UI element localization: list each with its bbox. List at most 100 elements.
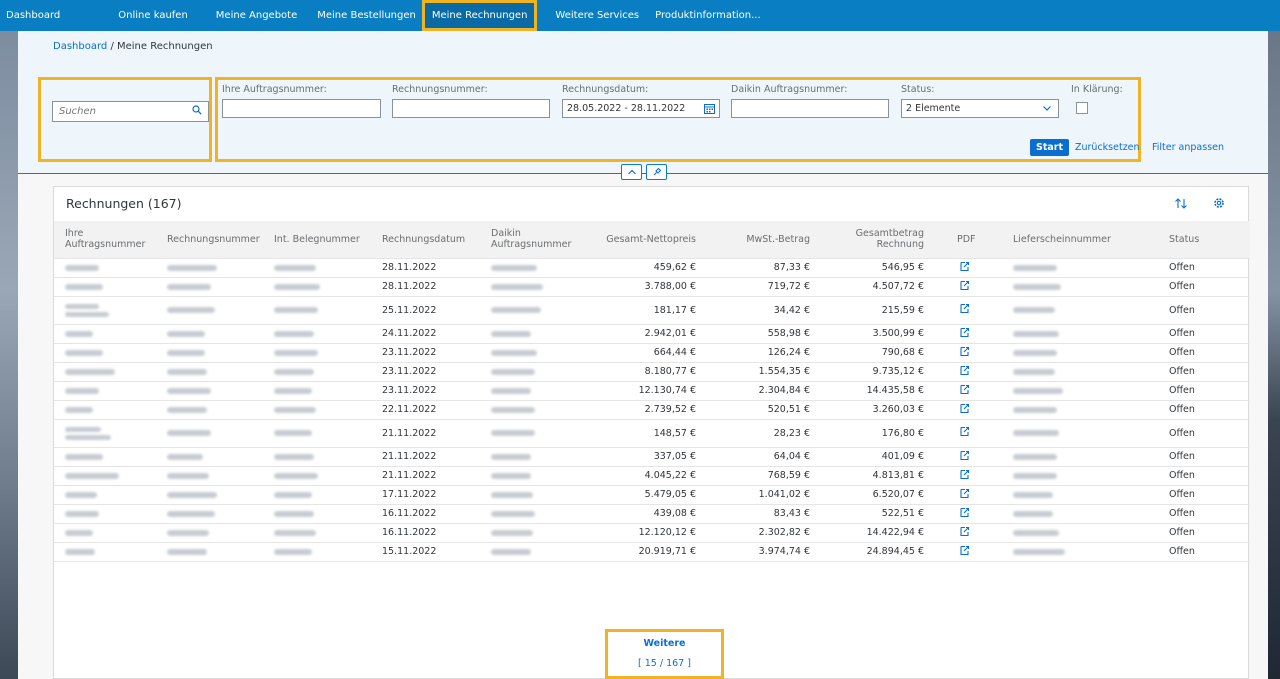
nav-item-dashboard[interactable]: Dashboard xyxy=(0,0,106,31)
search-field[interactable] xyxy=(52,101,209,122)
search-input[interactable] xyxy=(53,102,183,121)
order-number-input[interactable] xyxy=(222,99,381,118)
redacted-cell xyxy=(480,485,596,505)
adapt-filter-link[interactable]: Filter anpassen xyxy=(1152,139,1224,156)
pdf-export-icon[interactable] xyxy=(959,545,970,556)
search-icon[interactable] xyxy=(192,105,202,115)
pin-icon xyxy=(653,167,661,176)
table-row[interactable]: 25.11.2022 181,17 €34,42 €215,59 € Offen xyxy=(54,296,1250,325)
pdf-cell xyxy=(935,523,1002,543)
redacted-cell xyxy=(54,324,156,344)
redacted-cell xyxy=(54,419,156,448)
redacted-cell xyxy=(156,504,263,524)
net-price-cell: 148,57 € xyxy=(596,419,707,448)
table-row[interactable]: 21.11.2022 4.045,22 €768,59 €4.813,81 € Of… xyxy=(54,466,1250,486)
pdf-export-icon[interactable] xyxy=(959,450,970,461)
col-header-total[interactable]: Gesamtbetrag Rechnung xyxy=(821,221,935,259)
redacted-cell xyxy=(263,324,371,344)
redacted-cell xyxy=(54,542,156,562)
net-price-cell: 337,05 € xyxy=(596,447,707,467)
invoice-table-panel: Rechnungen (167) Ihre Auftragsnummer Rec… xyxy=(53,186,1250,679)
redacted-cell xyxy=(1002,343,1143,363)
pdf-export-icon[interactable] xyxy=(959,303,970,314)
col-header-net-price[interactable]: Gesamt-Nettopreis xyxy=(596,221,707,259)
table-row[interactable]: 17.11.2022 5.479,05 €1.041,02 €6.520,07 €… xyxy=(54,485,1250,505)
date-range-value: 28.05.2022 - 28.11.2022 xyxy=(567,103,686,114)
col-header-daikin-number[interactable]: Daikin Auftragsnummer xyxy=(480,221,596,259)
pdf-export-icon[interactable] xyxy=(959,469,970,480)
invoice-date-cell: 16.11.2022 xyxy=(371,504,480,524)
pdf-export-icon[interactable] xyxy=(959,384,970,395)
col-header-delivery-note[interactable]: Lieferscheinnummer xyxy=(1002,221,1143,259)
in-clarification-checkbox[interactable] xyxy=(1076,102,1088,114)
table-row[interactable]: 28.11.2022 459,62 €87,33 €546,95 € Offen xyxy=(54,258,1250,278)
table-row[interactable]: 16.11.2022 12.120,12 €2.302,82 €14.422,94… xyxy=(54,523,1250,543)
gear-icon[interactable] xyxy=(1212,196,1226,210)
status-select[interactable]: 2 Elemente xyxy=(901,99,1059,118)
pdf-export-icon[interactable] xyxy=(959,327,970,338)
nav-item-meine-bestellungen[interactable]: Meine Bestellungen xyxy=(305,0,422,31)
start-button[interactable]: Start xyxy=(1030,139,1070,156)
col-header-vat[interactable]: MwSt.-Betrag xyxy=(707,221,821,259)
nav-item-meine-rechnungen[interactable]: Meine Rechnungen xyxy=(421,0,538,31)
reset-link[interactable]: Zurücksetzen xyxy=(1075,139,1140,156)
nav-item-weitere-services[interactable]: Weitere Services xyxy=(537,0,647,31)
nav-item-meine-angebote[interactable]: Meine Angebote xyxy=(204,0,305,31)
redacted-cell xyxy=(480,447,596,467)
pdf-export-icon[interactable] xyxy=(959,526,970,537)
nav-item-online-kaufen[interactable]: Online kaufen xyxy=(106,0,204,31)
breadcrumb: Dashboard / Meine Rechnungen xyxy=(53,41,213,52)
invoice-date-cell: 22.11.2022 xyxy=(371,400,480,420)
invoice-date-cell: 28.11.2022 xyxy=(371,277,480,297)
table-row[interactable]: 21.11.2022 148,57 €28,23 €176,80 € Offen xyxy=(54,419,1250,448)
redacted-cell xyxy=(156,324,263,344)
redacted-cell xyxy=(480,400,596,420)
pdf-export-icon[interactable] xyxy=(959,261,970,272)
net-price-cell: 20.919,71 € xyxy=(596,542,707,562)
redacted-cell xyxy=(156,258,263,278)
redacted-cell xyxy=(54,258,156,278)
breadcrumb-separator: / xyxy=(107,41,117,52)
calendar-icon[interactable] xyxy=(704,103,715,114)
pdf-export-icon[interactable] xyxy=(959,365,970,376)
invoice-number-input[interactable] xyxy=(392,99,550,118)
sort-icon[interactable] xyxy=(1174,197,1188,210)
redacted-cell xyxy=(263,277,371,297)
col-header-order-number[interactable]: Ihre Auftragsnummer xyxy=(54,221,156,259)
table-row[interactable]: 23.11.2022 12.130,74 €2.304,84 €14.435,58… xyxy=(54,381,1250,401)
col-header-pdf[interactable]: PDF xyxy=(935,221,1002,259)
vat-cell: 83,43 € xyxy=(707,504,821,524)
table-row[interactable]: 16.11.2022 439,08 €83,43 €522,51 € Offen xyxy=(54,504,1250,524)
table-row[interactable]: 28.11.2022 3.788,00 €719,72 €4.507,72 € Of… xyxy=(54,277,1250,297)
table-row[interactable]: 22.11.2022 2.739,52 €520,51 €3.260,03 € Of… xyxy=(54,400,1250,420)
pdf-export-icon[interactable] xyxy=(959,280,970,291)
pdf-export-icon[interactable] xyxy=(959,346,970,357)
chevron-down-icon[interactable] xyxy=(1042,103,1052,113)
nav-item-produktinformation[interactable]: Produktinformation... xyxy=(647,0,773,31)
col-header-status[interactable]: Status xyxy=(1143,221,1250,259)
daikin-number-input[interactable] xyxy=(731,99,889,118)
collapse-header-button[interactable] xyxy=(621,164,642,180)
pdf-export-icon[interactable] xyxy=(959,507,970,518)
pdf-cell xyxy=(935,381,1002,401)
col-header-int-doc-number[interactable]: Int. Belegnummer xyxy=(263,221,371,259)
pdf-export-icon[interactable] xyxy=(959,403,970,414)
table-row[interactable]: 24.11.2022 2.942,01 €558,98 €3.500,99 € Of… xyxy=(54,324,1250,344)
redacted-cell xyxy=(54,523,156,543)
chevron-up-icon xyxy=(627,169,636,175)
breadcrumb-dashboard-link[interactable]: Dashboard xyxy=(53,41,107,52)
date-range-input[interactable]: 28.05.2022 - 28.11.2022 xyxy=(562,99,720,118)
table-row[interactable]: 15.11.2022 20.919,71 €3.974,74 €24.894,45… xyxy=(54,542,1250,562)
more-button[interactable]: Weitere [ 15 / 167 ] xyxy=(605,629,724,679)
pdf-export-icon[interactable] xyxy=(959,488,970,499)
table-row[interactable]: 23.11.2022 8.180,77 €1.554,35 €9.735,12 €… xyxy=(54,362,1250,382)
table-row[interactable]: 21.11.2022 337,05 €64,04 €401,09 € Offen xyxy=(54,447,1250,467)
total-cell: 9.735,12 € xyxy=(821,362,935,382)
invoice-date-cell: 21.11.2022 xyxy=(371,447,480,467)
table-row[interactable]: 23.11.2022 664,44 €126,24 €790,68 € Offen xyxy=(54,343,1250,363)
pdf-export-icon[interactable] xyxy=(959,426,970,437)
col-header-invoice-number[interactable]: Rechnungsnummer xyxy=(156,221,263,259)
redacted-cell xyxy=(480,466,596,486)
col-header-invoice-date[interactable]: Rechnungsdatum xyxy=(371,221,480,259)
pin-header-button[interactable] xyxy=(646,164,667,180)
